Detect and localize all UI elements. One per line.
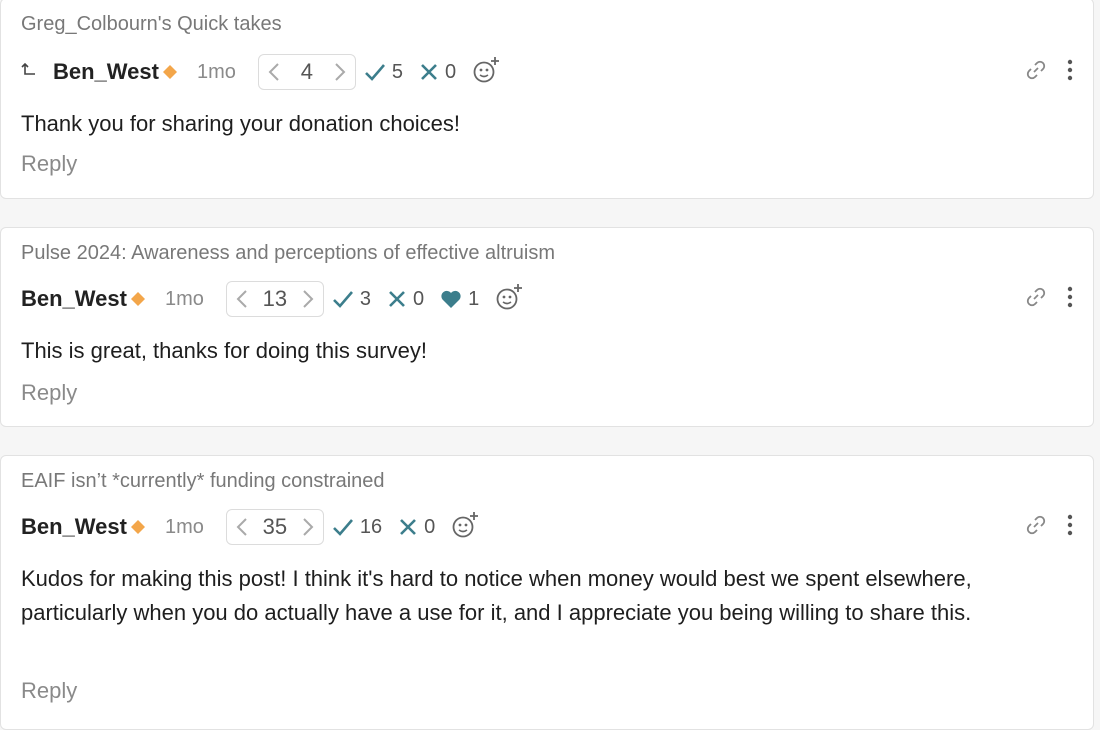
- disagree-vote[interactable]: 0: [387, 288, 424, 311]
- diamond-icon: [130, 520, 145, 534]
- disagree-count: 0: [424, 515, 436, 538]
- link-icon[interactable]: [1025, 514, 1047, 541]
- karma-vote: 35: [225, 509, 324, 545]
- comment-date[interactable]: 1mo: [165, 516, 204, 539]
- agree-count: 5: [391, 60, 403, 83]
- return-arrow-icon[interactable]: [21, 62, 53, 83]
- heart-count: 1: [468, 287, 480, 310]
- comment-date[interactable]: 1mo: [197, 61, 236, 84]
- cross-icon: [389, 291, 405, 307]
- disagree-vote[interactable]: 0: [398, 516, 435, 539]
- post-title-link[interactable]: Greg_Colbourn's Quick takes: [21, 13, 282, 36]
- comment-body: Thank you for sharing your donation choi…: [21, 111, 461, 136]
- karma-score: 35: [262, 514, 288, 539]
- diamond-icon: [162, 65, 177, 79]
- agree-vote[interactable]: 5: [364, 61, 403, 84]
- comment-card: Greg_Colbourn's Quick takes Ben_West 1mo…: [0, 0, 1094, 199]
- disagree-count: 0: [413, 287, 425, 310]
- agree-count: 3: [359, 287, 371, 310]
- check-icon: [364, 64, 385, 81]
- comment-card: Pulse 2024: Awareness and perceptions of…: [0, 227, 1094, 427]
- more-vertical-icon[interactable]: [1067, 59, 1073, 86]
- karma-score: 4: [300, 59, 313, 84]
- check-icon: [332, 519, 353, 536]
- diamond-icon: [130, 292, 145, 306]
- comment-meta: Ben_West 1mo 13 3 0 1: [21, 280, 1073, 318]
- check-icon: [332, 291, 353, 308]
- karma-vote: 13: [225, 281, 324, 317]
- comment-card: EAIF isn’t *currently* funding constrain…: [0, 455, 1094, 730]
- comment-meta: Ben_West 1mo 35 16 0: [21, 508, 1073, 546]
- comment-actions: [1025, 59, 1073, 86]
- comment-meta: Ben_West 1mo 4 5 0: [21, 53, 1073, 91]
- reply-button[interactable]: Reply: [21, 678, 77, 704]
- chevron-right-icon[interactable]: [301, 517, 315, 537]
- comment-body: This is great, thanks for doing this sur…: [21, 338, 427, 363]
- author-name[interactable]: Ben_West: [21, 286, 127, 312]
- heart-reaction[interactable]: 1: [440, 288, 479, 311]
- agree-count: 16: [359, 515, 383, 538]
- chevron-left-icon[interactable]: [267, 62, 281, 82]
- disagree-count: 0: [445, 60, 457, 83]
- more-vertical-icon[interactable]: [1067, 286, 1073, 313]
- karma-vote: 4: [257, 54, 356, 90]
- comment-actions: [1025, 286, 1073, 313]
- cross-icon: [400, 519, 417, 535]
- agree-vote[interactable]: 16: [332, 516, 382, 539]
- chevron-left-icon[interactable]: [235, 517, 249, 537]
- chevron-right-icon[interactable]: [301, 289, 315, 309]
- post-title-link[interactable]: EAIF isn’t *currently* funding constrain…: [21, 470, 385, 493]
- cross-icon: [421, 64, 437, 80]
- add-reaction-icon[interactable]: [472, 56, 502, 89]
- author-name[interactable]: Ben_West: [21, 514, 127, 540]
- heart-icon: [441, 290, 461, 308]
- add-reaction-icon[interactable]: [451, 511, 481, 544]
- reply-button[interactable]: Reply: [21, 380, 77, 406]
- chevron-right-icon[interactable]: [333, 62, 347, 82]
- comment-body: Kudos for making this post! I think it's…: [21, 566, 972, 625]
- link-icon[interactable]: [1025, 286, 1047, 313]
- more-vertical-icon[interactable]: [1067, 514, 1073, 541]
- link-icon[interactable]: [1025, 59, 1047, 86]
- karma-score: 13: [262, 286, 288, 311]
- comment-actions: [1025, 514, 1073, 541]
- disagree-vote[interactable]: 0: [419, 61, 456, 84]
- chevron-left-icon[interactable]: [235, 289, 249, 309]
- comment-date[interactable]: 1mo: [165, 288, 204, 311]
- add-reaction-icon[interactable]: [495, 283, 525, 316]
- reply-button[interactable]: Reply: [21, 151, 77, 177]
- post-title-link[interactable]: Pulse 2024: Awareness and perceptions of…: [21, 242, 555, 265]
- agree-vote[interactable]: 3: [332, 288, 371, 311]
- author-name[interactable]: Ben_West: [53, 59, 159, 85]
